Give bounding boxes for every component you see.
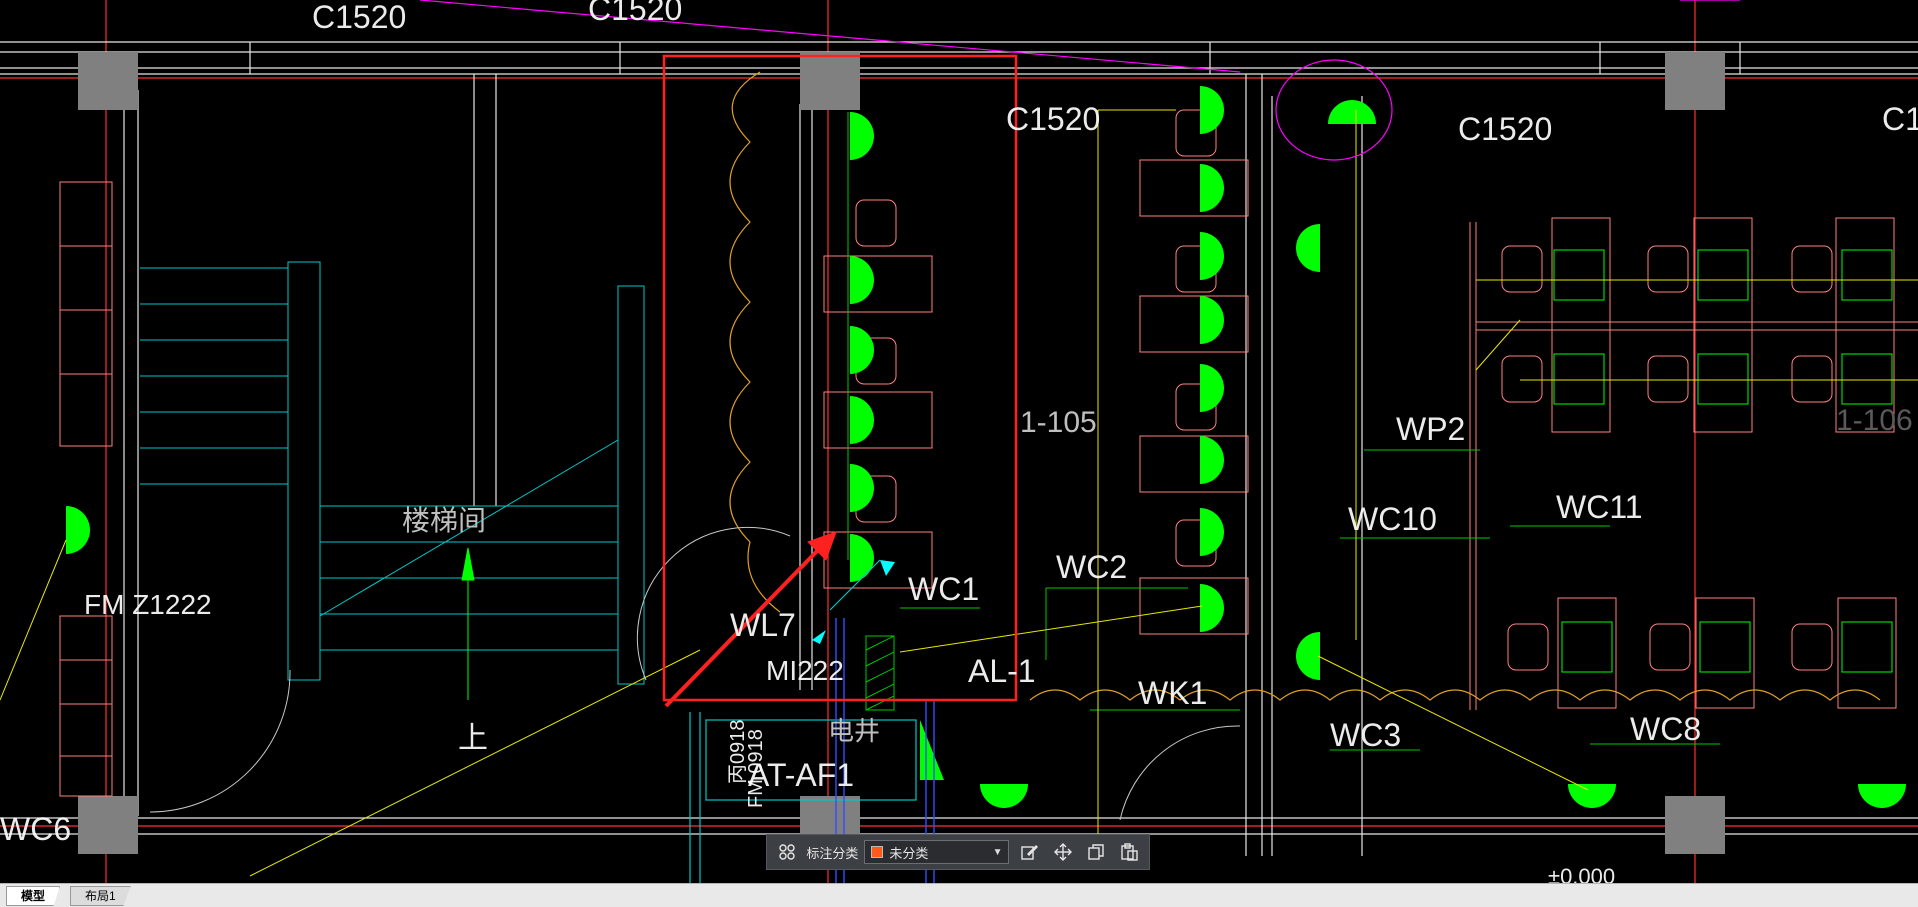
edit-icon[interactable] xyxy=(1015,838,1042,866)
revision-cloud xyxy=(729,71,1881,701)
svg-text:丙0918: 丙0918 xyxy=(727,720,749,785)
svg-text:C18: C18 xyxy=(1882,101,1918,137)
svg-text:WC11: WC11 xyxy=(1556,489,1643,525)
svg-text:WC3: WC3 xyxy=(1330,717,1401,753)
svg-text:WC10: WC10 xyxy=(1348,501,1437,537)
svg-text:WP2: WP2 xyxy=(1396,411,1465,447)
category-dropdown[interactable]: 未分类 ▼ xyxy=(864,840,1010,864)
stair-label: 楼梯间 xyxy=(402,505,486,536)
staircase xyxy=(140,261,645,685)
grid-icon[interactable] xyxy=(773,838,800,866)
svg-text:AL-1: AL-1 xyxy=(968,653,1036,689)
cursor-marker xyxy=(880,560,895,576)
svg-text:FM Z1222: FM Z1222 xyxy=(84,589,212,620)
columns xyxy=(78,52,1725,854)
tab-model[interactable]: 模型 xyxy=(6,886,61,906)
sanitary-fixtures xyxy=(855,109,1833,671)
svg-text:1-105: 1-105 xyxy=(1020,406,1097,439)
annotation-toolbar: 标注分类 未分类 ▼ xyxy=(766,834,1150,870)
svg-text:WL7: WL7 xyxy=(730,607,796,643)
stair-up-arrow xyxy=(461,547,475,700)
svg-text:WC2: WC2 xyxy=(1056,549,1127,585)
chevron-down-icon: ▼ xyxy=(992,846,1003,858)
cursor-marker-2 xyxy=(812,630,826,644)
category-value: 未分类 xyxy=(889,845,929,861)
shaft-label: 电井 xyxy=(828,716,880,746)
move-icon[interactable] xyxy=(1049,838,1076,866)
tab-layout1[interactable]: 布局1 xyxy=(70,886,131,906)
copy-icon[interactable] xyxy=(1082,838,1109,866)
paste-icon[interactable] xyxy=(1116,838,1143,866)
category-color-swatch xyxy=(871,846,884,858)
elevation-label: ±0.000 xyxy=(1548,864,1615,883)
svg-text:WC6: WC6 xyxy=(0,811,71,847)
svg-text:C1520: C1520 xyxy=(312,0,406,35)
stair-up-label: 上 xyxy=(458,722,488,755)
svg-text:C1520: C1520 xyxy=(1006,101,1100,137)
svg-text:WC1: WC1 xyxy=(908,571,979,607)
svg-text:C1520: C1520 xyxy=(1458,111,1552,147)
svg-text:1-106: 1-106 xyxy=(1836,404,1913,437)
room-labels: 1-105 1-106 xyxy=(1020,404,1913,439)
svg-text:MI222: MI222 xyxy=(766,655,844,686)
category-label: 标注分类 xyxy=(806,845,859,861)
left-cabinets xyxy=(59,181,113,797)
svg-text:WC8: WC8 xyxy=(1630,711,1701,747)
svg-text:C1520: C1520 xyxy=(588,0,682,27)
layout-tab-bar: 模型 布局1 xyxy=(0,883,1918,907)
svg-text:WK1: WK1 xyxy=(1138,675,1207,711)
cad-drawing-canvas[interactable]: C1520 C1520 C1520 C1520 C18 1-105 1-106 … xyxy=(0,0,1918,883)
washbasins xyxy=(1553,249,1893,673)
toilet-partitions xyxy=(823,159,1918,710)
